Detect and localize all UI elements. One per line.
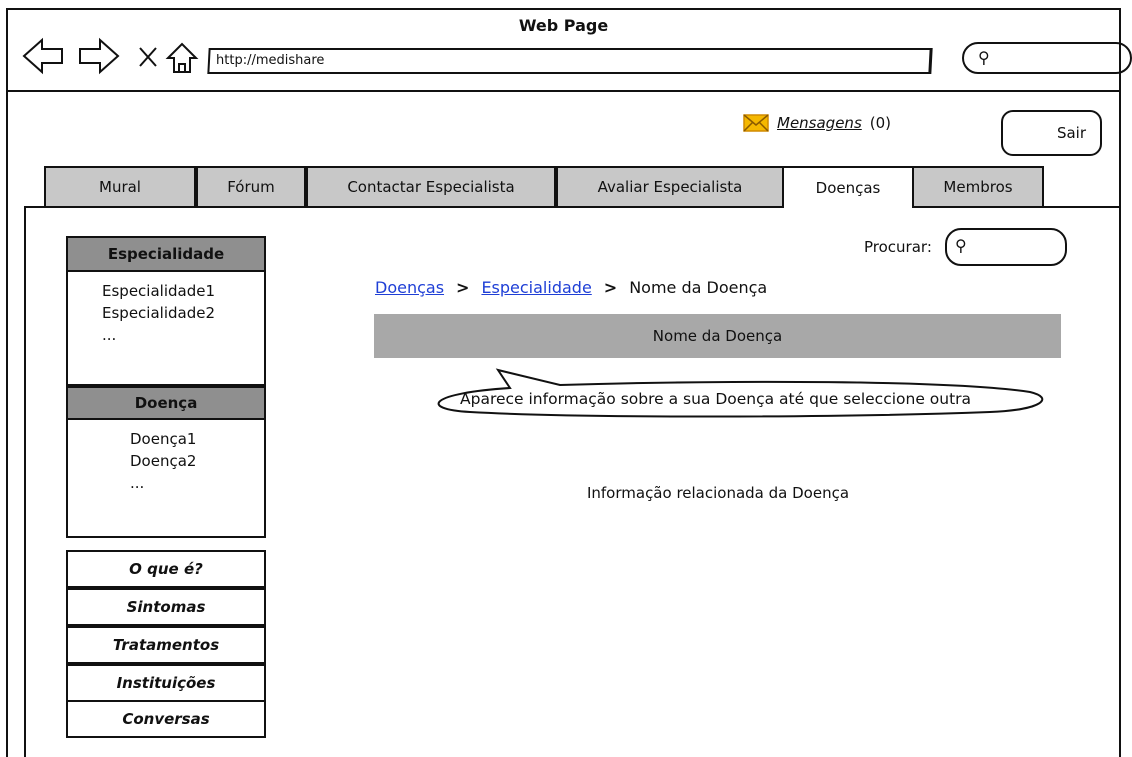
breadcrumb: Doenças > Especialidade > Nome da Doença bbox=[375, 278, 767, 297]
tab-label: Membros bbox=[943, 178, 1013, 196]
messages-count: (0) bbox=[869, 114, 892, 132]
tab-label: Fórum bbox=[227, 178, 275, 196]
breadcrumb-separator: > bbox=[456, 278, 470, 297]
disease-item[interactable]: Doença1 bbox=[130, 428, 264, 450]
search-input[interactable]: ⚲ bbox=[945, 228, 1067, 266]
breadcrumb-separator: > bbox=[603, 278, 618, 297]
search-icon: ⚲ bbox=[955, 236, 967, 255]
stop-icon[interactable] bbox=[134, 36, 162, 76]
specialty-header: Especialidade bbox=[68, 238, 264, 272]
menu-conversations-button[interactable]: Conversas bbox=[66, 700, 266, 738]
tab-mural[interactable]: Mural bbox=[44, 166, 196, 206]
callout-text: Aparece informação sobre a sua Doença at… bbox=[460, 390, 972, 408]
tab-label: Doenças bbox=[815, 179, 881, 197]
breadcrumb-especialidade-link[interactable]: Especialidade bbox=[481, 278, 591, 297]
home-icon[interactable] bbox=[164, 36, 200, 76]
messages-link[interactable]: Mensagens bbox=[777, 114, 862, 132]
search-icon: ⚲ bbox=[978, 48, 990, 67]
window-title: Web Page bbox=[518, 16, 609, 35]
tab-label: Avaliar Especialista bbox=[597, 178, 743, 196]
tab-label: Contactar Especialista bbox=[347, 178, 515, 196]
url-input[interactable]: http://medishare bbox=[207, 48, 933, 74]
menu-institutions-button[interactable]: Instituições bbox=[66, 664, 266, 702]
tab-doencas[interactable]: Doenças bbox=[782, 166, 914, 208]
disease-info: Informação relacionada da Doença bbox=[586, 484, 850, 502]
menu-what-is-button[interactable]: O que é? bbox=[66, 550, 266, 588]
disease-title-bar: Nome da Doença bbox=[374, 314, 1061, 358]
specialty-item: ... bbox=[102, 326, 117, 344]
browser-search-field[interactable]: ⚲ bbox=[962, 42, 1132, 74]
messages-area: Mensagens (0) bbox=[743, 110, 891, 136]
forward-arrow-icon[interactable] bbox=[76, 36, 120, 76]
logout-button[interactable]: Sair bbox=[1001, 110, 1102, 156]
browser-toolbar: Web Page http://medishare ⚲ bbox=[8, 10, 1132, 92]
back-arrow-icon[interactable] bbox=[22, 36, 66, 76]
breadcrumb-current: Nome da Doença bbox=[629, 278, 768, 297]
disease-list: Doença Doença1 Doença2 ... bbox=[66, 386, 266, 538]
menu-symptoms-button[interactable]: Sintomas bbox=[66, 588, 266, 626]
disease-header: Doença bbox=[68, 386, 264, 420]
envelope-icon bbox=[743, 114, 769, 132]
tab-avaliar-especialista[interactable]: Avaliar Especialista bbox=[556, 166, 784, 206]
specialty-items: Especialidade1 Especialidade2 ... bbox=[68, 272, 264, 346]
search-label: Procurar: bbox=[864, 238, 932, 256]
main-tabs: Mural Fórum Contactar Especialista Avali… bbox=[44, 166, 1074, 208]
tab-membros[interactable]: Membros bbox=[912, 166, 1044, 206]
tab-contactar-especialista[interactable]: Contactar Especialista bbox=[306, 166, 556, 206]
menu-treatments-button[interactable]: Tratamentos bbox=[66, 626, 266, 664]
specialty-item[interactable]: Especialidade1 bbox=[102, 280, 264, 302]
specialty-item[interactable]: Especialidade2 bbox=[102, 302, 264, 324]
tab-label: Mural bbox=[99, 178, 141, 196]
specialty-list: Especialidade Especialidade1 Especialida… bbox=[66, 236, 266, 386]
disease-item[interactable]: Doença2 bbox=[130, 450, 264, 472]
breadcrumb-doencas-link[interactable]: Doenças bbox=[375, 278, 444, 297]
tab-forum[interactable]: Fórum bbox=[196, 166, 306, 206]
disease-items: Doença1 Doença2 ... bbox=[68, 420, 264, 494]
